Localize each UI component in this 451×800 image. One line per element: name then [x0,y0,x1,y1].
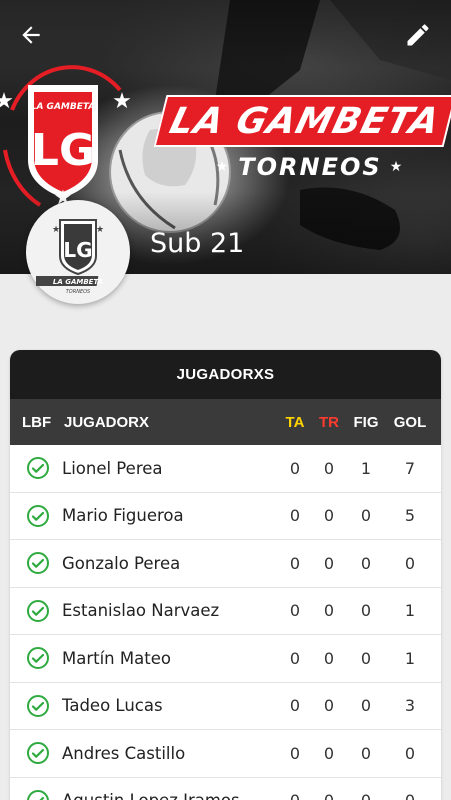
player-fig: 0 [348,778,384,800]
player-fig: 0 [360,743,372,763]
player-ta: 0 [289,458,301,478]
players-card-title: JUGADORXS [10,350,441,399]
player-name: Martín Mateo [62,648,171,668]
player-fig: 0 [360,553,372,573]
player-name: Tadeo Lucas [62,696,163,716]
lbf-status [26,493,60,540]
edit-button[interactable] [401,18,435,52]
star-icon: ★ [389,159,405,175]
player-tr: 0 [323,553,335,573]
players-table-body: Lionel Perea 0 0 1 7 Mario Figueroa 0 0 0 5 Gonzal… [10,445,441,800]
svg-text:★: ★ [96,224,104,234]
check-circle-icon [27,457,49,480]
player-gol: 3 [404,696,416,716]
player-tr: 0 [323,601,335,621]
brand-wordmark: LA GAMBETA [153,95,451,147]
pencil-icon [407,24,429,46]
player-fig: 0 [360,696,372,716]
svg-text:LG: LG [63,238,92,262]
player-gol: 1 [404,601,416,621]
player-name: Lionel Perea [62,458,163,478]
player-row[interactable]: Mario Figueroa 0 0 0 5 [10,493,441,540]
player-gol: 0 [404,743,416,763]
players-card: JUGADORXS LBF JUGADORX TA TR FIG GOL Lio… [10,350,441,800]
player-tr: 0 [323,506,335,526]
player-name: Gonzalo Perea [62,553,181,573]
player-row[interactable]: Estanislao Narvaez 0 0 0 1 [10,588,441,635]
player-ta: 0 [289,601,301,621]
lbf-status [26,588,60,635]
check-circle-icon [27,789,49,800]
lbf-status [26,730,60,777]
header-fig: FIG [353,413,379,431]
player-fig: 1 [360,458,372,478]
lbf-status [26,635,60,682]
check-circle-icon [27,647,49,670]
player-fig: 0 [360,506,372,526]
header-ta: TA [285,413,305,431]
player-tr: 0 [323,648,335,668]
player-ta: 0 [289,743,301,763]
brand-subtitle: ★ TORNEOS ★ [205,150,415,184]
player-fig: 0 [360,648,372,668]
lbf-status [26,445,60,492]
player-row[interactable]: Tadeo Lucas 0 0 0 3 [10,683,441,730]
player-row[interactable]: Andres Castillo 0 0 0 0 [10,730,441,778]
player-tr: 0 [323,696,335,716]
player-ta: 0 [289,648,301,668]
star-icon: ★ [215,159,231,175]
header-gol: GOL [393,413,427,431]
arrow-left-icon [22,26,40,44]
brand-name: LA GAMBETA [165,100,445,142]
player-row[interactable]: Agustin Lopez Iramos0000 [10,778,441,800]
player-tr: 0 [323,458,335,478]
check-circle-icon [27,694,49,717]
player-row[interactable]: Gonzalo Perea 0 0 0 0 [10,540,441,588]
player-name: Mario Figueroa [62,506,184,526]
player-name: Agustin Lopez Iramos [62,778,262,800]
team-logo-icon: LG ★ ★ LA GAMBETA TORNEOS [36,219,104,294]
lbf-status [26,540,60,587]
team-logo-subtext: TORNEOS [66,289,91,294]
player-ta: 0 [289,696,301,716]
check-circle-icon [27,742,49,765]
player-ta: 0 [289,506,301,526]
player-fig: 0 [360,601,372,621]
player-ta: 0 [278,778,312,800]
header-tr: TR [319,413,339,431]
team-avatar: LG ★ ★ LA GAMBETA TORNEOS [26,200,130,304]
check-circle-icon [27,504,49,527]
player-row[interactable]: Martín Mateo 0 0 0 1 [10,635,441,683]
player-gol: 7 [404,458,416,478]
header-jugadorx: JUGADORX [64,413,150,431]
player-gol: 0 [390,778,430,800]
player-gol: 0 [404,553,416,573]
brand-subtitle-text: TORNEOS [238,153,382,181]
back-button[interactable] [14,18,48,52]
player-name: Estanislao Narvaez [62,601,220,621]
player-gol: 5 [404,506,416,526]
player-tr: 0 [323,743,335,763]
check-circle-icon [27,599,49,622]
player-row[interactable]: Lionel Perea 0 0 1 7 [10,445,441,493]
player-name: Andres Castillo [62,743,186,763]
player-ta: 0 [289,553,301,573]
players-table-header: LBF JUGADORX TA TR FIG GOL [10,399,441,445]
lbf-status [26,683,60,730]
team-logo-text: LA GAMBETA [53,278,103,286]
check-circle-icon [27,552,49,575]
team-name: Sub 21 [150,228,245,259]
lbf-status [26,778,60,800]
header-lbf: LBF [22,413,52,431]
svg-text:★: ★ [52,224,60,234]
player-gol: 1 [404,648,416,668]
player-tr: 0 [312,778,346,800]
